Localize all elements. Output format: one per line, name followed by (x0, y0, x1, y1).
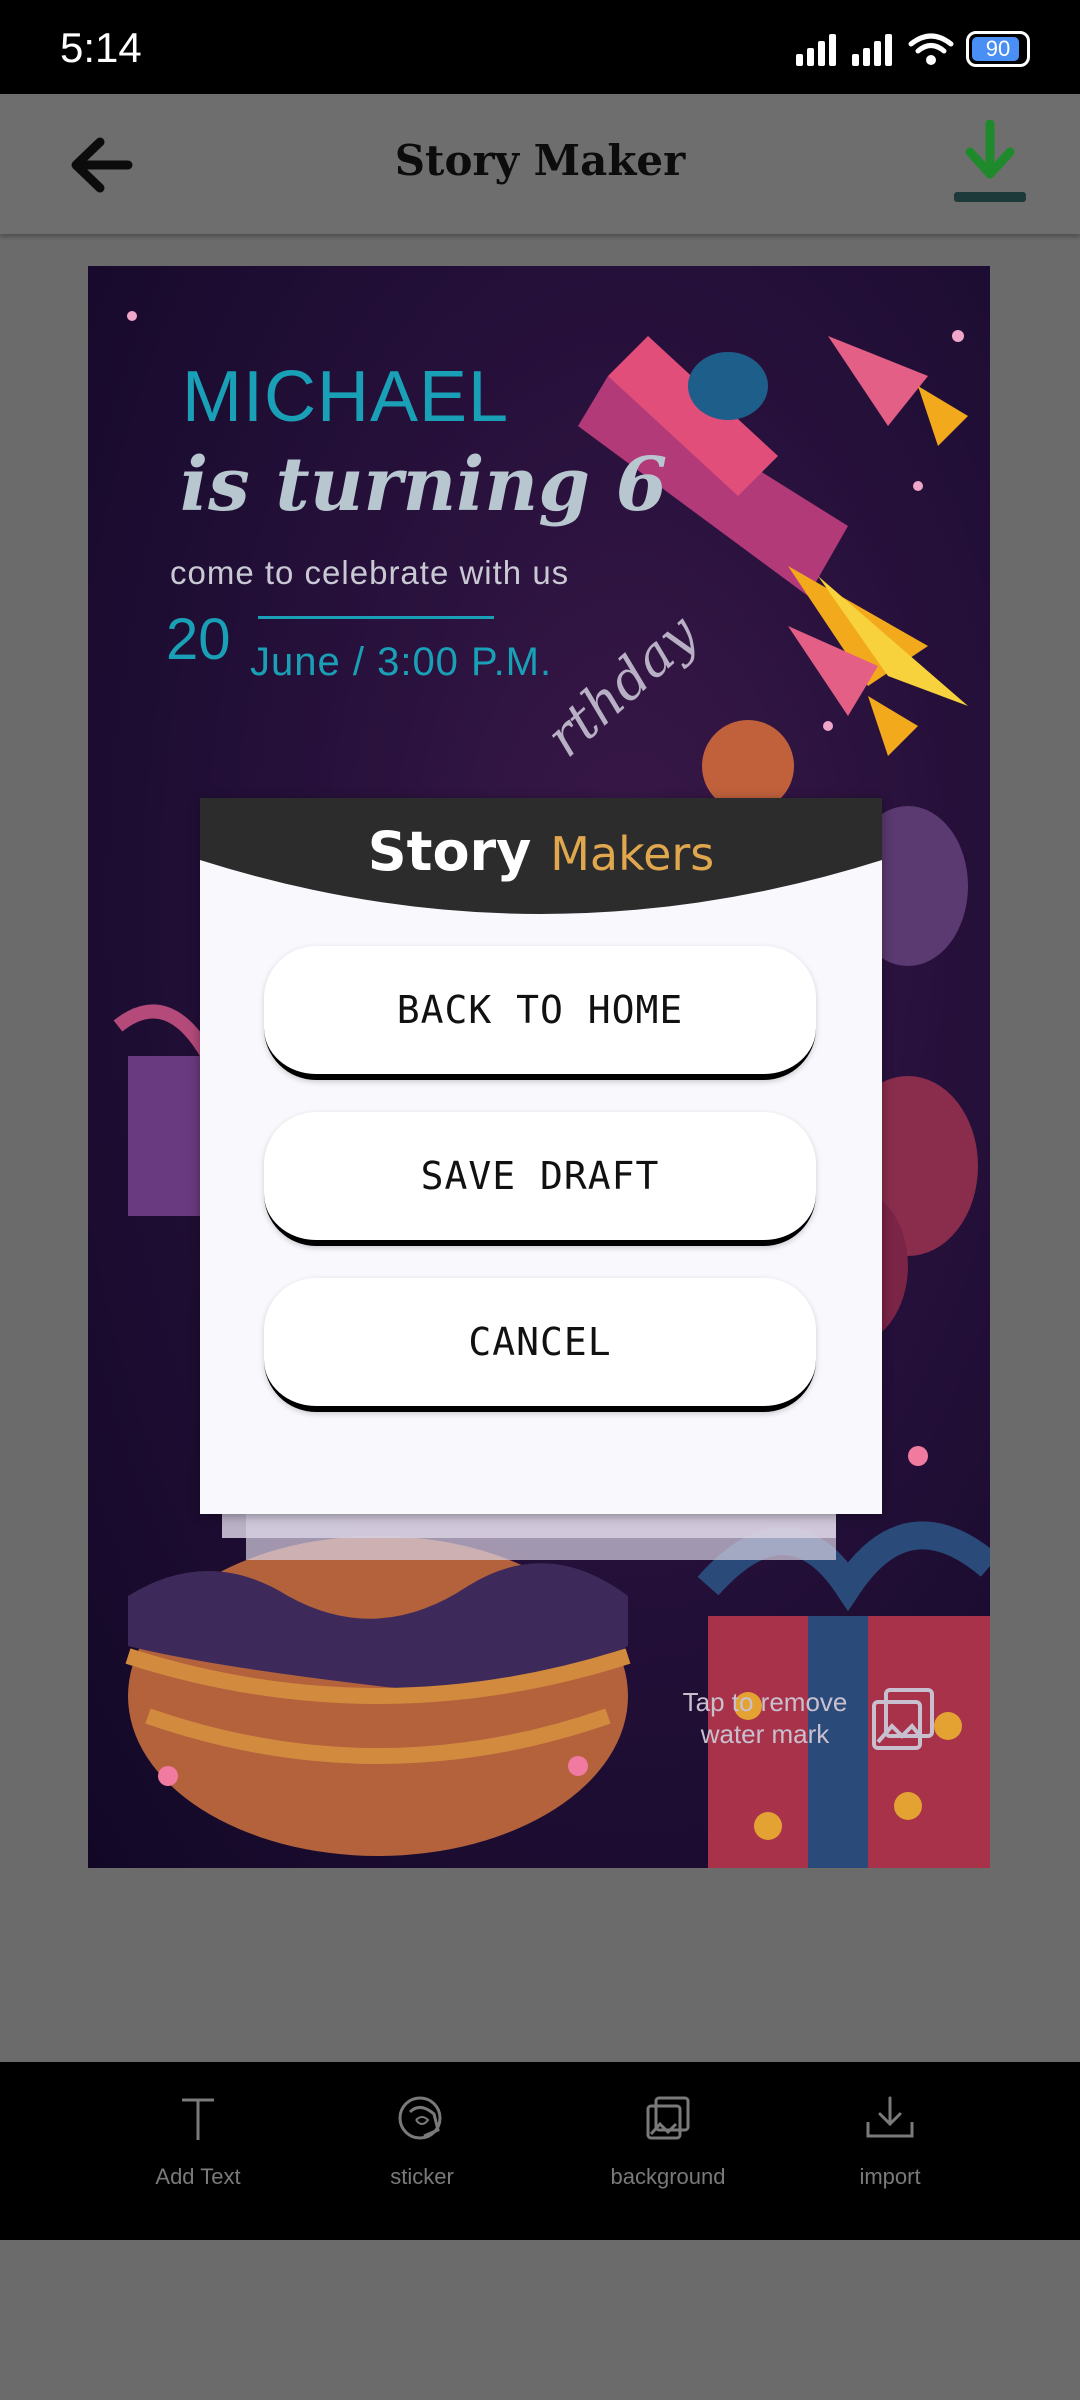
background-tool[interactable]: background (578, 2090, 758, 2220)
page-title: Story Maker (394, 136, 686, 185)
dialog-logo: Story Makers (200, 820, 882, 883)
image-icon (872, 1688, 934, 1750)
poster-name[interactable]: MICHAEL (182, 356, 509, 438)
watermark-text: Tap to remove water mark (682, 1687, 848, 1749)
app-bar: Story Maker (0, 94, 1080, 234)
watermark[interactable]: Tap to remove water mark (670, 1686, 950, 1776)
import-icon (866, 2096, 914, 2138)
download-button[interactable] (950, 119, 1030, 210)
background-label: background (610, 2164, 726, 2189)
status-time: 5:14 (60, 24, 142, 71)
battery-icon: 90 (966, 31, 1030, 67)
dialog-shadow-layer-2 (246, 1510, 836, 1560)
import-tool[interactable]: import (800, 2090, 980, 2220)
battery-label: 90 (985, 36, 1011, 61)
text-icon (182, 2098, 214, 2140)
save-draft-button[interactable]: SAVE DRAFT (264, 1112, 816, 1246)
import-label: import (859, 2164, 921, 2189)
wifi-icon (908, 33, 954, 65)
signal-icon (796, 34, 836, 66)
poster-celebrate[interactable]: come to celebrate with us (170, 554, 569, 592)
add-text-tool[interactable]: Add Text (108, 2090, 288, 2220)
cancel-button[interactable]: CANCEL (264, 1278, 816, 1412)
poster-date[interactable]: June / 3:00 P.M. (250, 640, 552, 685)
party-hat-1 (828, 336, 928, 426)
bottom-toolbar: Add Text sticker background import (0, 2062, 1080, 2240)
poster-turning[interactable]: is turning 6 (180, 442, 667, 528)
sticker-tool[interactable]: sticker (332, 2090, 512, 2220)
add-text-label: Add Text (155, 2164, 241, 2189)
logo-primary: Story (367, 820, 532, 883)
status-bar: 5:14 90 (0, 0, 1080, 94)
logo-secondary: Makers (550, 827, 715, 881)
status-icons: 90 (796, 28, 1030, 70)
sticker-label: sticker (390, 2164, 454, 2189)
back-to-home-button[interactable]: BACK TO HOME (264, 946, 816, 1080)
signal-icon-2 (852, 34, 892, 66)
background-icon (646, 2096, 690, 2140)
poster-day[interactable]: 20 (166, 606, 231, 673)
exit-dialog: Story Makers BACK TO HOME SAVE DRAFT CAN… (200, 798, 882, 1514)
download-icon (954, 119, 1026, 202)
sticker-icon (398, 2096, 442, 2140)
poster-divider (258, 616, 494, 619)
